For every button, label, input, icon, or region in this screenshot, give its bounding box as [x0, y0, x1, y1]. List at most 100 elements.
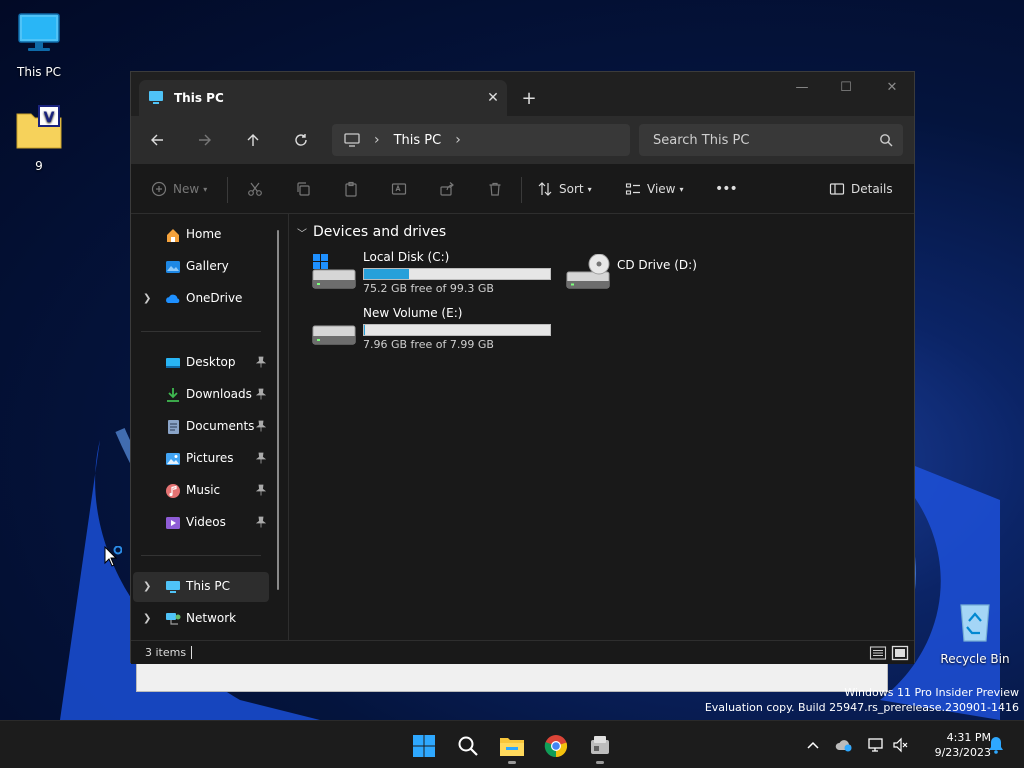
- forward-button[interactable]: [190, 125, 220, 155]
- search-input[interactable]: [639, 124, 903, 156]
- sidebar-item-gallery[interactable]: Gallery: [133, 252, 269, 282]
- details-view-icon[interactable]: [869, 645, 887, 661]
- sidebar-item-pictures[interactable]: Pictures: [133, 444, 269, 474]
- drive-name: New Volume (E:): [363, 306, 463, 320]
- sidebar-item-label: Pictures: [186, 451, 234, 465]
- maximize-button[interactable]: ☐: [823, 72, 869, 102]
- sort-button[interactable]: Sort ▾: [537, 175, 592, 203]
- copy-icon: [297, 182, 310, 196]
- details-button[interactable]: Details: [829, 175, 893, 203]
- sidebar-item-network[interactable]: ❯ Network: [133, 604, 269, 634]
- drive-item-c[interactable]: Local Disk (C:) 75.2 GB free of 99.3 GB: [311, 250, 556, 302]
- watermark-line-1: Windows 11 Pro Insider Preview: [844, 686, 1019, 699]
- share-button[interactable]: [439, 175, 461, 203]
- sidebar-item-this-pc[interactable]: ❯ This PC: [133, 572, 269, 602]
- paste-icon: [345, 181, 357, 197]
- sort-label: Sort: [559, 182, 584, 196]
- sidebar-item-label: Desktop: [186, 355, 236, 369]
- minimize-button[interactable]: —: [779, 72, 825, 102]
- new-label: New: [173, 182, 200, 196]
- sidebar-item-label: This PC: [186, 579, 230, 593]
- taskbar-app[interactable]: [583, 729, 617, 764]
- pin-icon[interactable]: [256, 356, 266, 368]
- this-pc-icon: [149, 91, 163, 104]
- file-list: ﹀ Devices and drives Local Disk (C:) 75.…: [289, 214, 915, 640]
- close-window-button[interactable]: ✕: [869, 72, 915, 102]
- notifications-button[interactable]: [986, 735, 1006, 755]
- tab-this-pc[interactable]: This PC ✕: [139, 80, 507, 116]
- item-count: 3 items: [145, 646, 187, 659]
- file-explorer-window: This PC ✕ + — ☐ ✕ › This PC › Search Thi…: [130, 71, 915, 664]
- volume-tray-button[interactable]: [891, 735, 911, 755]
- show-hidden-icons-button[interactable]: [803, 735, 823, 755]
- breadcrumb-this-pc[interactable]: This PC: [394, 133, 442, 148]
- group-header-devices[interactable]: ﹀ Devices and drives: [297, 224, 446, 240]
- chevron-right-icon[interactable]: ❯: [143, 581, 151, 592]
- sidebar-item-onedrive[interactable]: ❯ OneDrive: [133, 284, 269, 314]
- more-options-button[interactable]: •••: [715, 175, 738, 203]
- desktop-icon-label: Recycle Bin: [940, 652, 1010, 666]
- sidebar-scrollbar[interactable]: [277, 230, 279, 590]
- pin-icon[interactable]: [256, 484, 266, 496]
- chevron-right-icon[interactable]: ❯: [143, 293, 151, 304]
- search-box[interactable]: [639, 124, 903, 156]
- sidebar-item-label: Gallery: [186, 259, 229, 273]
- clock[interactable]: 4:31 PM 9/23/2023: [915, 730, 991, 760]
- sidebar-item-label: OneDrive: [186, 291, 243, 305]
- running-indicator: [508, 761, 516, 764]
- pictures-icon: [166, 453, 180, 465]
- videos-icon: [166, 517, 180, 529]
- up-button[interactable]: [238, 125, 268, 155]
- sidebar-item-documents[interactable]: Documents: [133, 412, 269, 442]
- back-button[interactable]: [142, 125, 172, 155]
- mouse-cursor-icon: [104, 546, 122, 567]
- chevron-right-icon[interactable]: ›: [455, 132, 461, 148]
- onedrive-tray-button[interactable]: [834, 735, 854, 755]
- desktop-icon-label: 9: [35, 159, 43, 173]
- pin-icon[interactable]: [256, 420, 266, 432]
- drive-usage-fill: [364, 325, 365, 335]
- pin-icon[interactable]: [256, 388, 266, 400]
- chevron-right-icon[interactable]: ❯: [143, 613, 151, 624]
- sidebar-item-downloads[interactable]: Downloads: [133, 380, 269, 410]
- sidebar-item-desktop[interactable]: Desktop: [133, 348, 269, 378]
- pin-icon[interactable]: [256, 516, 266, 528]
- address-bar[interactable]: › This PC ›: [332, 124, 630, 156]
- desktop-icon-recycle-bin[interactable]: Recycle Bin: [936, 597, 1014, 666]
- chevron-up-icon: [807, 741, 819, 749]
- pin-icon[interactable]: [256, 452, 266, 464]
- downloads-icon: [167, 388, 179, 402]
- drive-free-space: 7.96 GB free of 7.99 GB: [363, 338, 494, 351]
- new-button[interactable]: New ▾: [151, 175, 207, 203]
- taskbar-chrome[interactable]: [539, 729, 573, 763]
- navigation-pane: Home Gallery ❯ OneDrive Desktop Download…: [131, 214, 289, 640]
- recycle-bin-icon: [960, 604, 990, 642]
- separator: [227, 177, 228, 203]
- drive-item-d[interactable]: CD Drive (D:): [565, 250, 725, 302]
- taskbar-search-button[interactable]: [451, 729, 485, 763]
- app-icon: [591, 736, 609, 754]
- new-tab-button[interactable]: +: [515, 84, 543, 112]
- desktop-icon-this-pc[interactable]: This PC: [0, 10, 78, 79]
- sidebar-item-videos[interactable]: Videos: [133, 508, 269, 538]
- delete-button[interactable]: [487, 175, 509, 203]
- clock-date: 9/23/2023: [934, 746, 991, 759]
- refresh-button[interactable]: [286, 125, 316, 155]
- large-icons-view-icon[interactable]: [891, 645, 909, 661]
- sidebar-item-home[interactable]: Home: [133, 220, 269, 250]
- taskbar-file-explorer[interactable]: [495, 729, 529, 764]
- drive-item-e[interactable]: New Volume (E:) 7.96 GB free of 7.99 GB: [311, 306, 556, 358]
- network-tray-button[interactable]: [866, 735, 886, 755]
- paste-button[interactable]: [343, 175, 365, 203]
- desktop-folder-icon: [166, 358, 180, 368]
- sidebar-item-music[interactable]: Music: [133, 476, 269, 506]
- desktop-icon-folder-9[interactable]: V 9: [0, 104, 78, 173]
- share-icon: [440, 182, 454, 196]
- more-icon: •••: [715, 181, 738, 197]
- rename-button[interactable]: [391, 175, 413, 203]
- start-button[interactable]: [407, 729, 441, 763]
- cut-button[interactable]: [247, 175, 269, 203]
- copy-button[interactable]: [295, 175, 317, 203]
- close-tab-icon[interactable]: ✕: [479, 84, 507, 112]
- view-button[interactable]: View ▾: [625, 175, 684, 203]
